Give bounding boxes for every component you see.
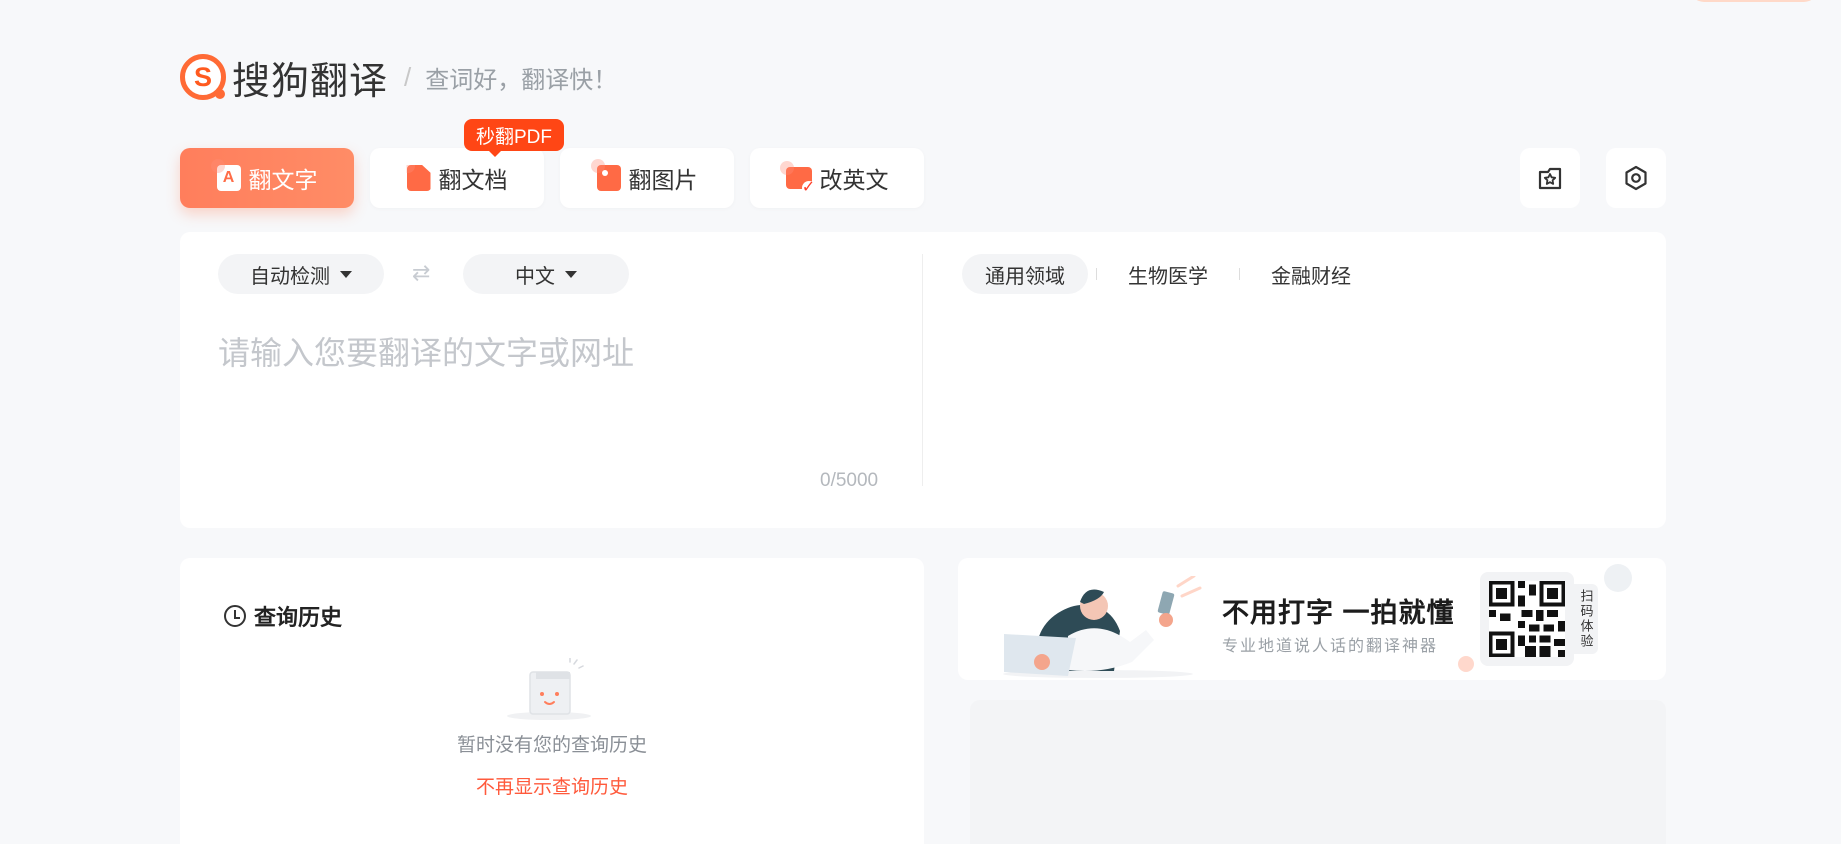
qr-code-box[interactable] [1480,572,1574,666]
history-title: 查询历史 [224,600,342,632]
tab-translate-image[interactable]: 翻图片 [560,148,734,208]
history-panel: 查询历史 暂时没有您的查询历史 不再显示查询历史 [180,558,924,844]
header-separator: / [404,61,412,92]
decor-dot [1458,656,1474,672]
sogou-logo-icon[interactable]: S [180,54,226,100]
text-translate-icon: A [210,159,241,191]
history-title-label: 查询历史 [254,605,343,630]
english-correct-icon [779,161,816,195]
settings-icon [1625,165,1647,191]
tab-translate-document[interactable]: 翻文档 [370,148,544,208]
tab-translate-text[interactable]: A 翻文字 [180,148,354,208]
translate-panel: 自动检测 ⇄ 中文 0/5000 通用领域 生物医学 金融财经 [180,232,1666,528]
domain-separator [1239,268,1240,280]
empty-history-icon [507,658,591,720]
brand-name[interactable]: 搜狗翻译 [232,50,388,105]
panel-divider [922,254,923,486]
app-promo-banner[interactable]: 不用打字 一拍就懂 专业地道说人话的翻译神器 扫码体验 [958,558,1666,680]
chevron-down-icon [340,270,352,278]
clock-icon [224,605,246,627]
source-text-input[interactable] [218,328,888,448]
favorites-icon [1538,167,1562,190]
hide-history-link[interactable]: 不再显示查询历史 [180,772,924,799]
source-language-label: 自动检测 [250,265,330,288]
decor-dot [1604,564,1632,592]
target-language-select[interactable]: 中文 [463,254,629,294]
tab-label: 改英文 [819,167,889,193]
promo-subtitle: 专业地道说人话的翻译神器 [1222,638,1439,655]
char-count: 0/5000 [820,470,879,491]
tab-label: 翻图片 [628,167,698,193]
slogan: 查词好，翻译快！ [425,66,618,94]
image-icon [590,159,621,191]
sogou-translate-page: S 搜狗翻译 / 查词好，翻译快！ A 翻文字 翻文档 翻图片 改英文 秒翻PD… [0,0,1841,844]
domain-tab-general[interactable]: 通用领域 [962,254,1088,294]
scan-to-try-label: 扫码体验 [1574,584,1598,654]
corner-decoration [1690,0,1818,2]
side-panel [970,700,1666,844]
document-icon [406,165,431,191]
header: S 搜狗翻译 / 查词好，翻译快！ [180,50,618,105]
tab-label: 翻文字 [248,167,318,193]
domain-separator [1096,268,1097,280]
promo-headline: 不用打字 一拍就懂 [1222,598,1455,628]
tab-label: 翻文档 [438,167,508,193]
target-language-label: 中文 [515,265,555,288]
tab-correct-english[interactable]: 改英文 [750,148,924,208]
domain-tab-biomedical[interactable]: 生物医学 [1105,254,1231,294]
person-with-laptop-illustration [1003,576,1202,678]
settings-button[interactable] [1606,148,1666,208]
pdf-badge[interactable]: 秒翻PDF [464,119,565,157]
empty-history-text: 暂时没有您的查询历史 [456,735,647,756]
domain-tab-finance[interactable]: 金融财经 [1248,254,1374,294]
qr-code-icon [1489,581,1565,657]
swap-languages-icon[interactable]: ⇄ [412,260,430,286]
domain-tabs: 通用领域 生物医学 金融财经 [962,254,1374,294]
source-language-select[interactable]: 自动检测 [218,254,384,294]
chevron-down-icon [565,270,577,278]
favorites-button[interactable] [1520,148,1580,208]
